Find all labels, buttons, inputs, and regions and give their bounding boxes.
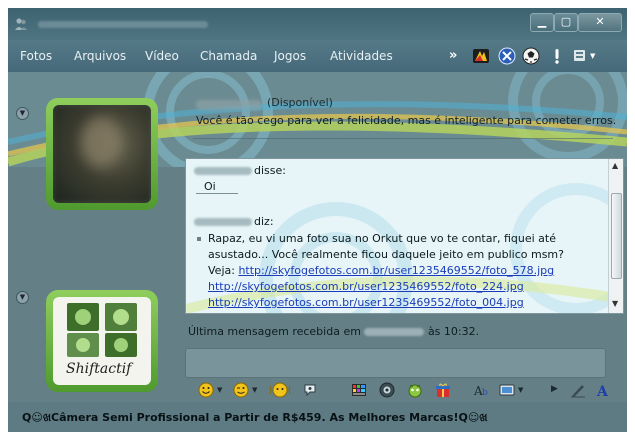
- close-button[interactable]: ✕: [578, 13, 622, 32]
- scroll-up-icon[interactable]: ▲: [612, 161, 618, 170]
- message-verb: disse:: [254, 164, 286, 177]
- emoticon-toolbar: ▼ ▼ A b ▼ ▶ A: [185, 378, 609, 402]
- sender-name-redacted: [194, 218, 252, 226]
- voice-clip-icon[interactable]: [302, 382, 318, 398]
- contact-collapse-icon[interactable]: ▼: [16, 107, 29, 120]
- nav-item-arquivos[interactable]: Arquivos: [74, 49, 126, 63]
- messenger-window: ▁ ▢ ✕ Fotos Arquivos Vídeo Chamada Jogos…: [8, 8, 627, 432]
- font-icon[interactable]: A b: [473, 382, 491, 398]
- more-icon[interactable]: ▶: [551, 384, 558, 394]
- menu-dropdown-icon[interactable]: ▼: [590, 52, 595, 60]
- date-redacted: [364, 328, 425, 336]
- gift-icon[interactable]: [435, 382, 451, 398]
- message-verb: diz:: [254, 215, 274, 228]
- user-avatar[interactable]: Shiftactif: [46, 290, 158, 392]
- message-text: Oi: [204, 180, 216, 193]
- svg-text:A: A: [596, 384, 609, 398]
- wink-animation-icon[interactable]: [407, 382, 423, 398]
- chat-history[interactable]: disse: Oi diz: Rapaz, eu vi uma foto sua…: [185, 158, 624, 314]
- games-icon[interactable]: [522, 47, 540, 65]
- title-bar: ▁ ▢ ✕: [8, 8, 627, 40]
- svg-text:b: b: [482, 388, 488, 398]
- message-text: Rapaz, eu vi uma foto sua no Orkut que v…: [208, 232, 557, 245]
- windows-live-icon[interactable]: [498, 47, 516, 65]
- send-file-dropdown-icon[interactable]: ▼: [518, 386, 523, 394]
- nav-item-atividades[interactable]: Atividades: [330, 49, 393, 63]
- user-collapse-icon[interactable]: ▼: [16, 291, 29, 304]
- sender-name-redacted: [194, 167, 252, 175]
- nav-item-chamada[interactable]: Chamada: [200, 49, 257, 63]
- nudge-icon[interactable]: [269, 382, 291, 398]
- contact-personal-message: Você é tão cego para ver a felicidade, m…: [196, 114, 617, 127]
- feature-nav: Fotos Arquivos Vídeo Chamada Jogos Ativi…: [8, 40, 627, 72]
- wink-icon[interactable]: [233, 382, 249, 398]
- maximize-button[interactable]: ▢: [554, 13, 578, 32]
- nav-item-video[interactable]: Vídeo: [145, 49, 179, 63]
- advertisement-text[interactable]: Q☺ଖCâmera Semi Profissional a Partir de …: [22, 411, 488, 425]
- contact-avatar[interactable]: [46, 98, 158, 210]
- contact-status: (Disponível): [267, 96, 333, 109]
- advertisement-bar[interactable]: Q☺ଖCâmera Semi Profissional a Partir de …: [8, 402, 627, 432]
- message-text: Veja: http://skyfogefotos.com.br/user123…: [208, 264, 555, 277]
- message-input[interactable]: [188, 351, 602, 375]
- scroll-down-icon[interactable]: ▼: [612, 299, 618, 308]
- camera-icon[interactable]: [379, 382, 395, 398]
- handwriting-icon[interactable]: [570, 382, 586, 398]
- message-link[interactable]: http://skyfogefotos.com.br/user123546955…: [208, 280, 524, 293]
- background-icon[interactable]: [351, 382, 367, 398]
- nav-item-fotos[interactable]: Fotos: [20, 49, 52, 63]
- avatar-caption: Shiftactif: [66, 361, 132, 377]
- minimize-button[interactable]: ▁: [530, 13, 554, 32]
- conversation-area: ▼ (Disponível) Você é tão cego para ver …: [8, 72, 627, 432]
- message-text: asustado... Você realmente ficou daquele…: [208, 248, 564, 261]
- message-link[interactable]: http://skyfogefotos.com.br/user123546955…: [238, 264, 554, 277]
- message-input-box[interactable]: [185, 348, 606, 378]
- smiley-icon[interactable]: [198, 382, 214, 398]
- contact-name-redacted: [196, 100, 262, 110]
- nav-item-jogos[interactable]: Jogos: [274, 49, 306, 63]
- more-features-button[interactable]: »: [449, 48, 457, 63]
- alert-icon[interactable]: [548, 47, 566, 65]
- scroll-thumb[interactable]: [611, 193, 622, 279]
- send-file-icon[interactable]: [499, 382, 515, 398]
- wink-dropdown-icon[interactable]: ▼: [252, 386, 257, 394]
- font-style-icon[interactable]: A: [595, 382, 611, 398]
- message-link[interactable]: http://skyfogefotos.com.br/user123546955…: [208, 296, 524, 309]
- activities-icon[interactable]: [472, 47, 490, 65]
- last-message-status: Última mensagem recebida em às 10:32.: [188, 325, 480, 338]
- window-title-redacted: [38, 21, 208, 28]
- chat-scrollbar[interactable]: ▲ ▼: [608, 159, 623, 313]
- menu-icon[interactable]: [572, 47, 590, 65]
- messenger-logo-icon: [15, 18, 27, 30]
- smiley-dropdown-icon[interactable]: ▼: [217, 386, 222, 394]
